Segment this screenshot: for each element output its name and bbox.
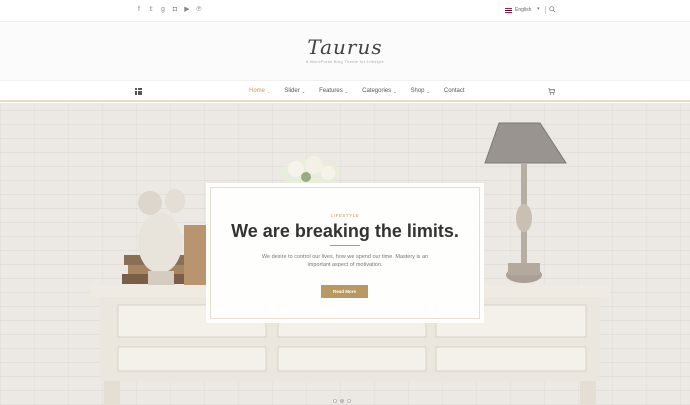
nav-item-label: Shop [410,88,425,94]
language-selector[interactable]: English [505,7,531,13]
nav-item-slider[interactable]: Slider ⌄ [284,88,305,94]
nav-item-label: Contact [443,88,465,94]
google-plus-icon[interactable]: g [160,6,166,14]
site-logo[interactable]: Taurus [0,35,690,59]
cart-icon[interactable] [548,88,555,95]
table-lamp [484,122,567,283]
nav-item-label: Features [319,88,343,94]
slider-dot[interactable] [340,399,344,403]
nav-item-contact[interactable]: Contact [444,88,465,94]
slider-dot[interactable] [347,399,351,403]
youtube-icon[interactable]: ▶ [184,6,190,14]
hero-description: We desire to control our lives, how we s… [261,254,429,268]
site-header: Taurus A WordPress Blog Theme for Lifest… [0,22,690,80]
divider [545,6,546,14]
chevron-down-icon: ⌄ [301,88,306,94]
social-links: f 𝕥 g ◘ ▶ ℗ [136,6,202,14]
site-tagline: A WordPress Blog Theme for Lifestyle [305,59,385,64]
language-label: English [515,7,532,13]
nav-item-categories[interactable]: Categories ⌄ [362,88,396,94]
instagram-icon[interactable]: ◘ [172,6,178,14]
nav-menu: Home ⌄ Slider ⌄ Features ⌄ Categories ⌄ Shop ⌄ Con… [249,88,479,94]
nav-item-features[interactable]: Features ⌄ [319,88,348,94]
slider-dots [333,399,351,403]
read-more-button[interactable]: Read More [321,285,368,298]
top-bar: f 𝕥 g ◘ ▶ ℗ English ▾ [0,0,690,22]
headline-divider [330,245,360,246]
hero-headline[interactable]: We are breaking the limits. [206,221,484,242]
chevron-down-icon: ⌄ [426,88,430,94]
search-icon[interactable] [549,6,556,13]
pinterest-icon[interactable]: ℗ [196,6,202,14]
slider-dot[interactable] [333,399,337,403]
nav-item-label: Home [249,88,266,94]
uk-flag-icon [505,7,512,13]
facebook-icon[interactable]: f [136,6,142,14]
hero-slider: LIFESTYLE We are breaking the limits. We… [0,103,690,405]
chevron-down-icon: ⌄ [393,88,397,94]
nav-item-shop[interactable]: Shop ⌄ [411,88,430,94]
twitter-icon[interactable]: 𝕥 [148,6,154,14]
nav-item-home[interactable]: Home ⌄ [249,88,270,94]
nav-item-label: Slider [284,88,300,94]
chevron-down-icon: ⌄ [344,88,349,94]
grid-menu-icon[interactable] [135,88,142,95]
chevron-down-icon[interactable]: ▾ [537,6,540,12]
hero-category[interactable]: LIFESTYLE [206,213,484,218]
hero-card: LIFESTYLE We are breaking the limits. We… [206,183,484,323]
chevron-down-icon: ⌄ [267,88,271,94]
nav-item-label: Categories [362,88,392,94]
main-navigation: Home ⌄ Slider ⌄ Features ⌄ Categories ⌄ Shop ⌄ Con… [0,80,690,102]
